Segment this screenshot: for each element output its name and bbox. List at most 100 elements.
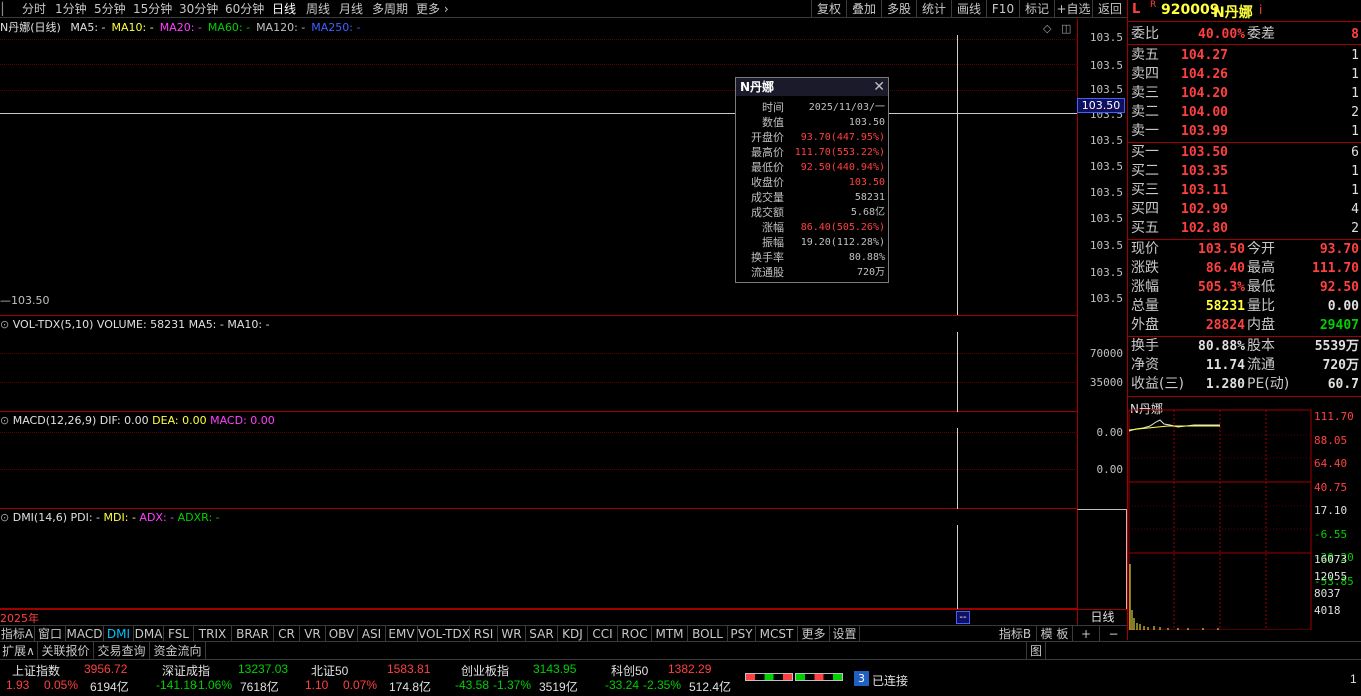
close-icon[interactable]: ✕ (873, 78, 885, 96)
macd-pane[interactable]: ⊙ MACD(12,26,9) DIF: 0.00 DEA: 0.00 MACD… (0, 412, 1077, 509)
diamond-icon[interactable]: ◇ (1043, 22, 1051, 35)
grid-line (0, 353, 1077, 354)
indicator-tab-vol-tdx[interactable]: VOL-TDX (418, 626, 470, 642)
tooltip-key: 时间 (762, 101, 784, 114)
period-tab-5min[interactable]: 5分钟 (94, 1, 126, 17)
adjust-button[interactable]: 复权 (811, 0, 846, 18)
fund-flow-button[interactable]: 资金流向 (150, 642, 206, 660)
period-tab-15min[interactable]: 15分钟 (133, 1, 172, 17)
order-book-row[interactable]: 卖四 104.26 1 (1128, 65, 1361, 84)
indicator-tab-macd[interactable]: MACD (66, 626, 104, 642)
indicator-tab-设置[interactable]: 设置 (830, 626, 860, 642)
indicator-tab-psy[interactable]: PSY (728, 626, 756, 642)
back-button[interactable]: 返回 (1092, 0, 1127, 18)
indicator-tab-指标a[interactable]: 指标A (0, 626, 35, 642)
order-book-row[interactable]: 卖一 103.99 1 (1128, 122, 1361, 141)
trade-query-button[interactable]: 交易查询 (94, 642, 150, 660)
indicator-tab-rsi[interactable]: RSI (470, 626, 498, 642)
period-tab-daily[interactable]: 日线 (272, 1, 296, 17)
crosshair-vertical (957, 525, 958, 609)
indicator-tab-mtm[interactable]: MTM (652, 626, 688, 642)
order-book-row[interactable]: 卖三 104.20 1 (1128, 84, 1361, 103)
toolbar-collapse-handle[interactable]: ▏ (2, 1, 14, 17)
period-indicator[interactable]: 日线 (1077, 609, 1127, 625)
period-tab-intraday[interactable]: 分时 (22, 1, 46, 17)
stat-value: 111.70 (1312, 261, 1359, 276)
pane-toggle-icon[interactable]: ⊙ (0, 511, 13, 524)
period-tab-weekly[interactable]: 周线 (306, 1, 330, 17)
indicator-tab-cr[interactable]: CR (274, 626, 300, 642)
dmi-pane[interactable]: ⊙ DMI(14,6) PDI: - MDI: - ADX: - ADXR: - (0, 509, 1077, 609)
remove-pane-button[interactable]: − (1100, 626, 1127, 642)
indicator-tab-更多[interactable]: 更多 (798, 626, 830, 642)
index-quote[interactable]: 北证50 1583.81 1.10 0.07% 174.8亿 (305, 662, 461, 696)
expand-button[interactable]: 扩展∧ (0, 642, 38, 660)
order-book-row[interactable]: 买五 102.80 2 (1128, 219, 1361, 238)
quote-stat-row: 现价 103.50 今开 93.70 (1128, 240, 1361, 259)
indicator-tab-cci[interactable]: CCI (588, 626, 618, 642)
indicator-tab-brar[interactable]: BRAR (232, 626, 274, 642)
pane-toggle-icon[interactable]: ⊙ (0, 318, 13, 331)
add-pane-button[interactable]: + (1073, 626, 1100, 642)
f10-button[interactable]: F10 (986, 0, 1019, 18)
indicator-tab-obv[interactable]: OBV (326, 626, 358, 642)
price-axis-label: 103.5 (1089, 134, 1123, 147)
divider (1128, 44, 1361, 45)
period-tab-more[interactable]: 更多 › (416, 1, 449, 17)
index-change: 1.93 (6, 678, 30, 692)
index-quote[interactable]: 上证指数 3956.72 1.93 0.05% 6194亿 (6, 662, 162, 696)
order-book-row[interactable]: 买二 103.35 1 (1128, 162, 1361, 181)
order-book-row[interactable]: 买一 103.50 6 (1128, 143, 1361, 162)
indicator-tab-dma[interactable]: DMA (134, 626, 164, 642)
period-tab-1min[interactable]: 1分钟 (55, 1, 87, 17)
add-watchlist-button[interactable]: +自选 (1054, 0, 1092, 18)
indicator-tab-vr[interactable]: VR (300, 626, 326, 642)
order-book-row[interactable]: 买四 102.99 4 (1128, 200, 1361, 219)
index-quote[interactable]: 创业板指 3143.95 -43.58 -1.37% 3519亿 (455, 662, 611, 696)
chart-icon[interactable]: 图 (1026, 642, 1046, 660)
indicator-tab-wr[interactable]: WR (498, 626, 526, 642)
indicator-tab-asi[interactable]: ASI (358, 626, 386, 642)
index-amount: 512.4亿 (689, 680, 732, 694)
overlay-button[interactable]: 叠加 (846, 0, 881, 18)
order-book-volume: 1 (1351, 48, 1359, 63)
indicator-tab-mcst[interactable]: MCST (756, 626, 798, 642)
related-quote-button[interactable]: 关联报价 (38, 642, 94, 660)
period-tab-monthly[interactable]: 月线 (339, 1, 363, 17)
draw-line-button[interactable]: 画线 (951, 0, 986, 18)
indicator-tab-emv[interactable]: EMV (386, 626, 418, 642)
mark-button[interactable]: 标记 (1019, 0, 1054, 18)
price-axis-label: 103.5 (1089, 292, 1123, 305)
statistics-button[interactable]: 统计 (916, 0, 951, 18)
index-quote[interactable]: 科创50 1382.29 -33.24 -2.35% 512.4亿 (605, 662, 761, 696)
order-book-row[interactable]: 卖二 104.00 2 (1128, 103, 1361, 122)
mini-intraday-chart[interactable]: N丹娜 111.70 88.05 64.40 40.75 17.10 -6.55… (1128, 398, 1361, 630)
tooltip-value: 93.70(447.95%) (800, 132, 885, 143)
indicator-tab-窗口[interactable]: 窗口 (35, 626, 66, 642)
indicator-tab-dmi[interactable]: DMI (104, 626, 134, 642)
index-quote[interactable]: 深证成指 13237.03 -141.18 -1.06% 7618亿 (156, 662, 312, 696)
price-chart-pane[interactable]: N丹娜(日线) MA5: - MA10: - MA20: - MA60: - MA120… (0, 19, 1077, 316)
stat-label: 收益(三) (1131, 376, 1184, 392)
indicator-tab-trix[interactable]: TRIX (194, 626, 232, 642)
pane-toggle-icon[interactable]: ⊙ (0, 414, 13, 427)
info-icon[interactable]: i (1259, 3, 1262, 17)
indicator-tab-boll[interactable]: BOLL (688, 626, 728, 642)
period-tab-30min[interactable]: 30分钟 (179, 1, 218, 17)
period-tab-multi[interactable]: 多周期 (372, 1, 408, 17)
template-tab[interactable]: 模 板 (1037, 626, 1073, 642)
order-book-row[interactable]: 卖五 104.27 1 (1128, 46, 1361, 65)
indicator-b-tab[interactable]: 指标B (994, 626, 1037, 642)
indicator-tab-kdj[interactable]: KDJ (558, 626, 588, 642)
indicator-tab-fsl[interactable]: FSL (164, 626, 194, 642)
window-icon[interactable]: ◫ (1061, 22, 1071, 35)
period-tab-60min[interactable]: 60分钟 (225, 1, 264, 17)
indicator-tab-sar[interactable]: SAR (526, 626, 558, 642)
order-book-row[interactable]: 买三 103.11 1 (1128, 181, 1361, 200)
signal-bars (745, 670, 845, 682)
stat-label: 量比 (1247, 298, 1275, 314)
multi-stock-button[interactable]: 多股 (881, 0, 916, 18)
volume-pane[interactable]: ⊙ VOL-TDX(5,10) VOLUME: 58231 MA5: - MA1… (0, 316, 1077, 412)
connection-status[interactable]: 已连接 (872, 672, 908, 689)
indicator-tab-roc[interactable]: ROC (618, 626, 652, 642)
